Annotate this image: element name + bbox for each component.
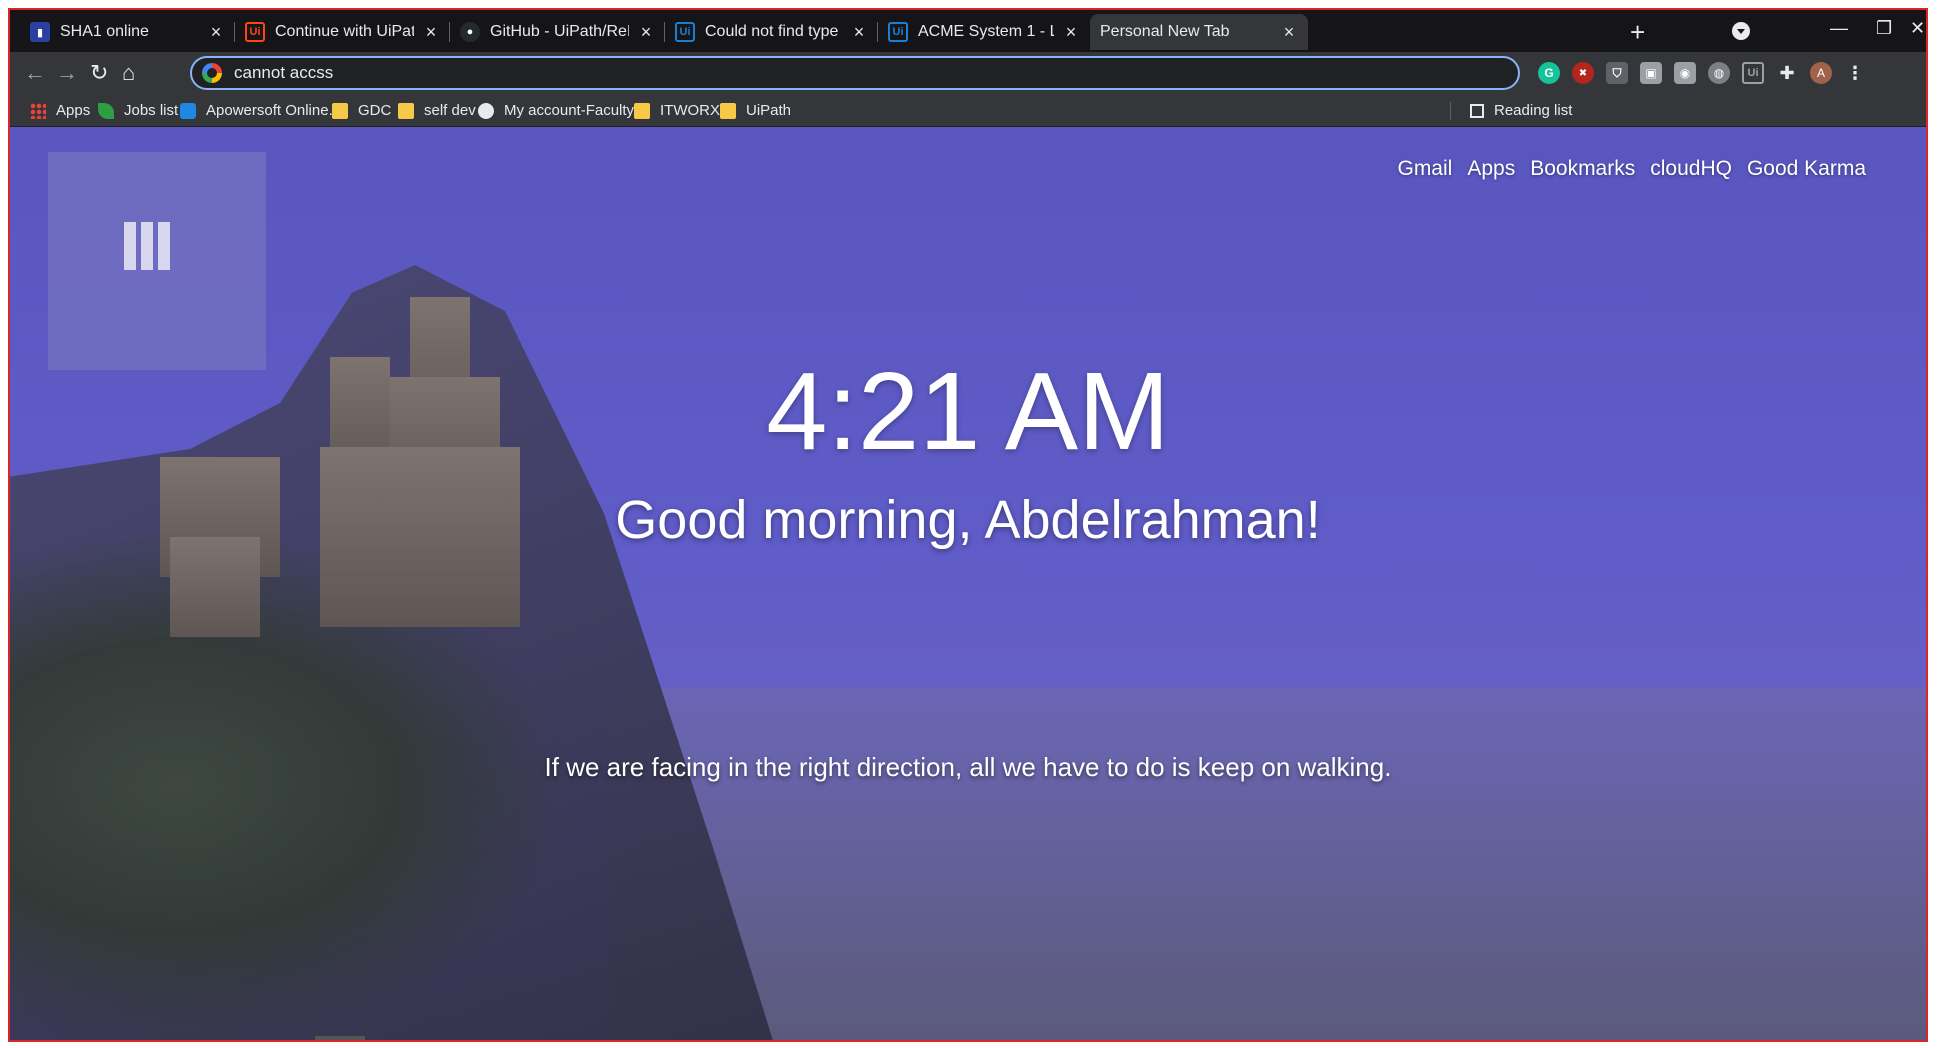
browser-toolbar: ← → ↻ ⌂ G ✖ ⛉ ▣ ◉ ◍ Ui ✚ A ⋮ <box>10 52 1926 96</box>
tab-acme-system[interactable]: Ui ACME System 1 - Log In × <box>878 14 1090 50</box>
tab-could-not-find-type[interactable]: Ui Could not find type 'GetSecure × <box>665 14 878 50</box>
sha1-favicon-icon: ▮ <box>30 22 50 42</box>
grammarly-icon[interactable]: G <box>1538 62 1560 84</box>
bookmarks-bar: Apps Jobs list Apowersoft Online... GDC … <box>10 96 1926 127</box>
clock-display: 4:21 AM <box>766 350 1170 473</box>
uipath-favicon-icon: Ui <box>245 22 265 42</box>
blocker-extension-icon[interactable]: ✖ <box>1572 62 1594 84</box>
close-tab-icon[interactable]: × <box>422 22 440 43</box>
window-close-icon[interactable]: ✕ <box>1910 18 1925 39</box>
bookmark-itworx[interactable]: ITWORX <box>634 102 720 119</box>
folder-icon <box>332 102 348 119</box>
bookmark-apowersoft[interactable]: Apowersoft Online... <box>180 102 341 119</box>
folder-icon <box>634 102 650 119</box>
forward-icon[interactable]: → <box>56 62 78 84</box>
apps-grid-icon <box>30 102 46 119</box>
briefcase-icon[interactable]: ▣ <box>1640 62 1662 84</box>
leaf-icon <box>98 102 114 119</box>
sidebar-menu-tile[interactable] <box>48 152 266 370</box>
tab-github-reframework[interactable]: ● GitHub - UiPath/ReFrameWork × <box>450 14 665 50</box>
close-tab-icon[interactable]: × <box>1062 22 1080 43</box>
link-cloudhq[interactable]: cloudHQ <box>1650 157 1732 181</box>
bookmark-label: GDC <box>358 102 392 119</box>
link-good-karma[interactable]: Good Karma <box>1747 157 1866 181</box>
new-tab-page: Gmail Apps Bookmarks cloudHQ Good Karma … <box>10 127 1926 1040</box>
bookmark-my-account[interactable]: My account-Faculty... <box>478 102 645 119</box>
profile-avatar[interactable]: A <box>1810 62 1832 84</box>
close-tab-icon[interactable]: × <box>850 22 868 43</box>
back-icon[interactable]: ← <box>24 62 46 84</box>
close-tab-icon[interactable]: × <box>207 22 225 43</box>
reload-icon[interactable]: ↻ <box>90 62 108 84</box>
menu-kebab-icon[interactable]: ⋮ <box>1844 62 1866 84</box>
greeting-text: Good morning, Abdelrahman! <box>615 490 1321 550</box>
tab-title: Continue with UiPath <box>275 23 414 40</box>
castle-wall <box>170 537 260 637</box>
link-gmail[interactable]: Gmail <box>1397 157 1452 181</box>
restore-icon[interactable]: ❐ <box>1876 18 1892 39</box>
reading-list-button[interactable]: Reading list <box>1470 102 1572 119</box>
reading-list-label: Reading list <box>1494 102 1573 119</box>
bookmark-apps[interactable]: Apps <box>30 102 90 119</box>
bookmark-label: Jobs list <box>124 102 179 119</box>
bookmark-label: My account-Faculty... <box>504 102 646 119</box>
background-landscape <box>610 687 1926 1040</box>
reading-list-icon <box>1470 103 1484 118</box>
bookmark-uipath[interactable]: UiPath <box>720 102 791 119</box>
close-tab-icon[interactable]: × <box>1280 22 1298 43</box>
address-input[interactable] <box>232 62 1436 84</box>
folder-icon <box>398 102 414 119</box>
google-icon <box>202 63 222 83</box>
quote-text: If we are facing in the right direction,… <box>544 752 1392 782</box>
bookmark-label: Apps <box>56 102 91 119</box>
bookmark-label: ITWORX <box>660 102 720 119</box>
tab-personal-new-tab[interactable]: Personal New Tab × <box>1090 14 1308 50</box>
tab-title: Could not find type 'GetSecure <box>705 23 842 40</box>
tab-search-icon[interactable] <box>1732 22 1750 40</box>
tab-title: SHA1 online <box>60 23 149 40</box>
new-tab-button[interactable]: + <box>1630 19 1645 45</box>
uipath-extension-icon[interactable]: Ui <box>1742 62 1764 84</box>
link-apps[interactable]: Apps <box>1467 157 1515 181</box>
browser-window: ▮ SHA1 online × Ui Continue with UiPath … <box>8 8 1928 1042</box>
address-bar[interactable] <box>190 56 1520 90</box>
shield-icon[interactable]: ⛉ <box>1606 62 1628 84</box>
globe-icon <box>478 102 494 119</box>
home-icon[interactable]: ⌂ <box>122 62 135 84</box>
bookmark-self-dev[interactable]: self dev <box>398 102 476 119</box>
bookmarks-divider <box>1450 102 1451 120</box>
bookmark-label: UiPath <box>746 102 792 119</box>
bookmark-label: self dev <box>424 102 476 119</box>
tab-sha1-online[interactable]: ▮ SHA1 online × <box>20 14 235 50</box>
tab-continue-with-uipath[interactable]: Ui Continue with UiPath × <box>235 14 450 50</box>
menu-bars-icon <box>124 222 170 270</box>
close-tab-icon[interactable]: × <box>637 22 655 43</box>
folder-icon <box>720 102 736 119</box>
bookmark-label: Apowersoft Online... <box>206 102 342 119</box>
tab-title: Personal New Tab <box>1100 23 1230 40</box>
apowersoft-icon <box>180 102 196 119</box>
top-links: Gmail Apps Bookmarks cloudHQ Good Karma <box>1397 157 1866 181</box>
minimize-icon[interactable]: — <box>1830 18 1848 39</box>
scrollbar-thumb[interactable] <box>315 1036 365 1040</box>
tab-strip: ▮ SHA1 online × Ui Continue with UiPath … <box>10 10 1926 52</box>
bookmark-gdc[interactable]: GDC <box>332 102 391 119</box>
bookmark-jobs-list[interactable]: Jobs list <box>98 102 178 119</box>
uipath-blue-favicon-icon: Ui <box>675 22 695 42</box>
extensions-puzzle-icon[interactable]: ✚ <box>1776 62 1798 84</box>
tab-title: ACME System 1 - Log In <box>918 23 1054 40</box>
github-favicon-icon: ● <box>460 22 480 42</box>
circle-extension-icon[interactable]: ◍ <box>1708 62 1730 84</box>
uipath-blue-favicon-icon: Ui <box>888 22 908 42</box>
tab-title: GitHub - UiPath/ReFrameWork <box>490 23 629 40</box>
link-bookmarks[interactable]: Bookmarks <box>1530 157 1635 181</box>
camera-icon[interactable]: ◉ <box>1674 62 1696 84</box>
